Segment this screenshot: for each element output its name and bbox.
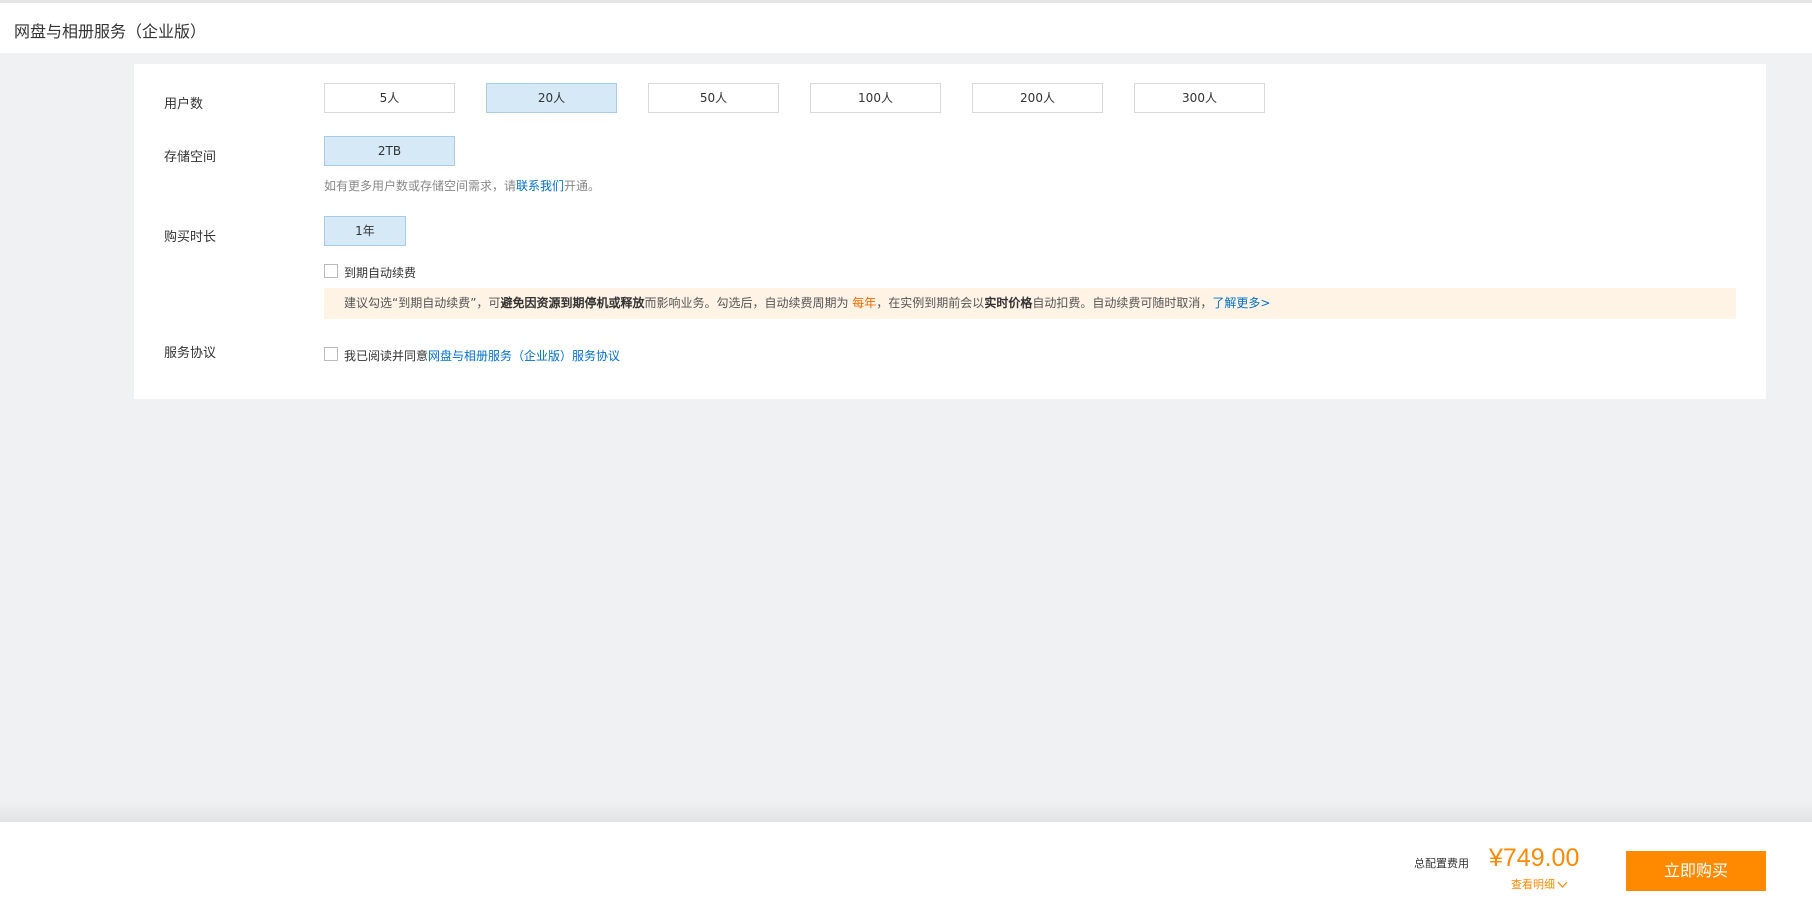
view-details-toggle[interactable]: 查看明细 [1511, 876, 1568, 892]
notice-text-4: 自动扣费。自动续费可随时取消， [1032, 296, 1213, 310]
notice-text-3: ，在实例到期前会以 [876, 296, 985, 310]
total-cost-label: 总配置费用 [1414, 857, 1469, 870]
buy-now-button[interactable]: 立即购买 [1626, 851, 1766, 891]
page-header: 网盘与相册服务（企业版） [0, 3, 1812, 53]
auto-renew-checkbox[interactable] [324, 264, 338, 278]
total-price: ¥749.00 [1489, 844, 1580, 872]
storage-hint-prefix: 如有更多用户数或存储空间需求，请 [324, 179, 517, 193]
page-title: 网盘与相册服务（企业版） [14, 22, 207, 41]
users-label: 用户数 [164, 97, 204, 112]
notice-text-2: 而影响业务。勾选后，自动续费周期为 [644, 296, 853, 310]
footer-bar: 总配置费用 ¥749.00 查看明细 立即购买 [0, 822, 1812, 898]
notice-bold-2: 实时价格 [984, 296, 1033, 310]
agreement-link[interactable]: 网盘与相册服务（企业版）服务协议 [428, 349, 620, 363]
storage-hint-suffix: 开通。 [564, 179, 601, 193]
contact-us-link[interactable]: 联系我们 [516, 179, 564, 193]
learn-more-link[interactable]: 了解更多> [1212, 296, 1270, 310]
users-option-50[interactable]: 50人 [648, 83, 779, 113]
notice-text-1: 建议勾选“到期自动续费”，可 [344, 296, 501, 310]
notice-bold-1: 避免因资源到期停机或释放 [500, 296, 645, 310]
users-option-20[interactable]: 20人 [486, 83, 617, 113]
agreement-prefix: 我已阅读并同意 [344, 349, 429, 363]
auto-renew-label[interactable]: 到期自动续费 [344, 264, 416, 281]
storage-hint: 如有更多用户数或存储空间需求，请联系我们开通。 [324, 177, 600, 194]
notice-renew-cycle: 每年 [852, 296, 877, 310]
auto-renew-notice: 建议勾选“到期自动续费”，可避免因资源到期停机或释放而影响业务。勾选后，自动续费… [324, 288, 1736, 319]
agreement-label: 服务协议 [164, 346, 217, 361]
footer-shadow [0, 800, 1812, 822]
view-details-label: 查看明细 [1511, 878, 1555, 891]
users-option-200[interactable]: 200人 [972, 83, 1103, 113]
agreement-checkbox[interactable] [324, 347, 338, 361]
duration-option-1year[interactable]: 1年 [324, 216, 406, 246]
users-option-5[interactable]: 5人 [324, 83, 455, 113]
agreement-text: 我已阅读并同意网盘与相册服务（企业版）服务协议 [344, 347, 620, 364]
duration-label: 购买时长 [164, 230, 217, 245]
storage-label: 存储空间 [164, 150, 217, 165]
users-option-100[interactable]: 100人 [810, 83, 941, 113]
users-option-300[interactable]: 300人 [1134, 83, 1265, 113]
config-panel: 用户数 5人 20人 50人 100人 200人 300人 存储空间 2TB 如… [134, 64, 1766, 399]
storage-option-2tb[interactable]: 2TB [324, 136, 455, 166]
chevron-down-icon [1557, 878, 1568, 891]
